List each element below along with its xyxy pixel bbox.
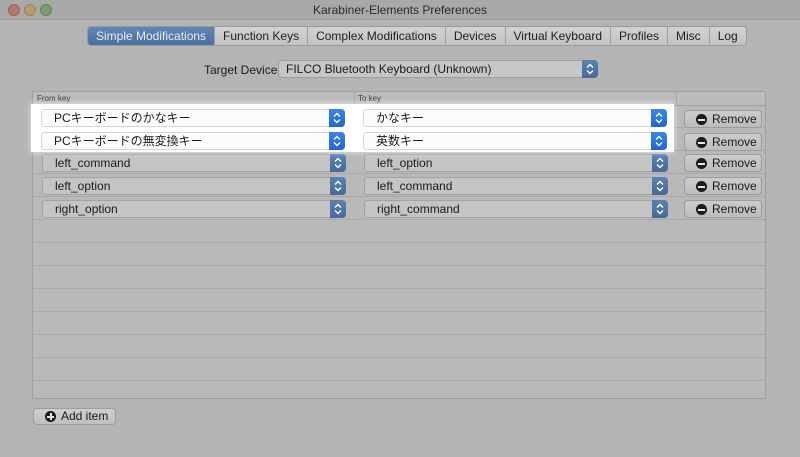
remove-label: Remove (712, 135, 757, 149)
minus-circle-icon (696, 204, 707, 215)
from-key-value: left_command (55, 156, 131, 170)
updown-chevron-icon (330, 177, 346, 195)
updown-chevron-icon (652, 200, 668, 218)
table-row-slot (33, 244, 765, 266)
from-key-value: PCキーボードのかなキー (54, 111, 191, 125)
title-bar: Karabiner-Elements Preferences (0, 0, 800, 20)
table-row: PCキーボードのかなキー かなキー (31, 107, 674, 129)
table-row-slot (33, 221, 765, 243)
table-row-slot (33, 290, 765, 312)
minus-circle-icon (696, 181, 707, 192)
preferences-window: Karabiner-Elements Preferences Simple Mo… (0, 0, 800, 457)
add-item-label: Add item (61, 409, 109, 423)
to-key-value: left_command (377, 179, 453, 193)
from-key-value: right_option (55, 202, 118, 216)
table-row: right_option right_command Remove (33, 198, 765, 220)
to-key-select[interactable]: left_option (364, 154, 668, 172)
target-device-value: FILCO Bluetooth Keyboard (Unknown) (286, 62, 492, 76)
highlighted-rows: PCキーボードのかなキー かなキー PCキーボードの無変換キー 英数キー (31, 104, 674, 152)
updown-chevron-icon (651, 132, 667, 150)
to-key-select[interactable]: かなキー (363, 109, 667, 127)
tab-log[interactable]: Log (709, 27, 746, 45)
updown-chevron-icon (329, 132, 345, 150)
from-key-select[interactable]: PCキーボードの無変換キー (41, 132, 345, 150)
table-row-slot (33, 359, 765, 381)
tab-profiles[interactable]: Profiles (611, 27, 669, 45)
updown-chevron-icon (330, 154, 346, 172)
tab-complex-modifications[interactable]: Complex Modifications (308, 27, 446, 45)
table-row-slot (33, 267, 765, 289)
minus-circle-icon (696, 158, 707, 169)
table-row: PCキーボードの無変換キー 英数キー (31, 130, 674, 152)
tab-devices[interactable]: Devices (445, 27, 506, 45)
plus-circle-icon (45, 411, 56, 422)
tab-simple-modifications[interactable]: Simple Modifications (88, 27, 216, 45)
from-key-value: PCキーボードの無変換キー (54, 134, 203, 148)
target-device-label: Target Device: (204, 63, 281, 77)
remove-label: Remove (712, 179, 757, 193)
to-key-select[interactable]: 英数キー (363, 132, 667, 150)
target-device-select[interactable]: FILCO Bluetooth Keyboard (Unknown) (278, 60, 598, 78)
window-title: Karabiner-Elements Preferences (312, 3, 488, 17)
add-item-button[interactable]: Add item (33, 408, 116, 425)
to-key-value: かなキー (376, 111, 425, 125)
remove-button[interactable]: Remove (684, 200, 762, 218)
remove-button[interactable]: Remove (684, 177, 762, 195)
column-header-from: From key (37, 94, 71, 103)
table-row-slot (33, 313, 765, 335)
updown-chevron-icon (652, 177, 668, 195)
column-header-to: To key (358, 94, 382, 103)
remove-label: Remove (712, 112, 757, 126)
from-key-select[interactable]: right_option (42, 200, 346, 218)
minus-circle-icon (696, 137, 707, 148)
from-key-select[interactable]: left_command (42, 154, 346, 172)
to-key-value: left_option (377, 156, 433, 170)
table-row-slot (33, 336, 765, 358)
to-key-select[interactable]: left_command (364, 177, 668, 195)
updown-chevron-icon (330, 200, 346, 218)
updown-chevron-icon (652, 154, 668, 172)
remove-button[interactable]: Remove (684, 110, 762, 128)
from-key-select[interactable]: left_option (42, 177, 346, 195)
updown-chevron-icon (651, 109, 667, 127)
table-row: left_option left_command Remove (33, 175, 765, 197)
remove-button[interactable]: Remove (684, 154, 762, 172)
remove-label: Remove (712, 156, 757, 170)
minus-circle-icon (696, 114, 707, 125)
tab-bar: Simple Modifications Function Keys Compl… (87, 26, 747, 46)
to-key-select[interactable]: right_command (364, 200, 668, 218)
from-key-select[interactable]: PCキーボードのかなキー (41, 109, 345, 127)
remove-button[interactable]: Remove (684, 133, 762, 151)
to-key-value: 英数キー (376, 134, 425, 148)
tab-misc[interactable]: Misc (668, 27, 710, 45)
table-row: left_command left_option Remove (33, 152, 765, 174)
updown-chevron-icon (582, 60, 598, 78)
tab-virtual-keyboard[interactable]: Virtual Keyboard (505, 27, 611, 45)
updown-chevron-icon (329, 109, 345, 127)
remove-label: Remove (712, 202, 757, 216)
from-key-value: left_option (55, 179, 111, 193)
tab-function-keys[interactable]: Function Keys (215, 27, 309, 45)
column-divider (676, 92, 677, 106)
to-key-value: right_command (377, 202, 460, 216)
